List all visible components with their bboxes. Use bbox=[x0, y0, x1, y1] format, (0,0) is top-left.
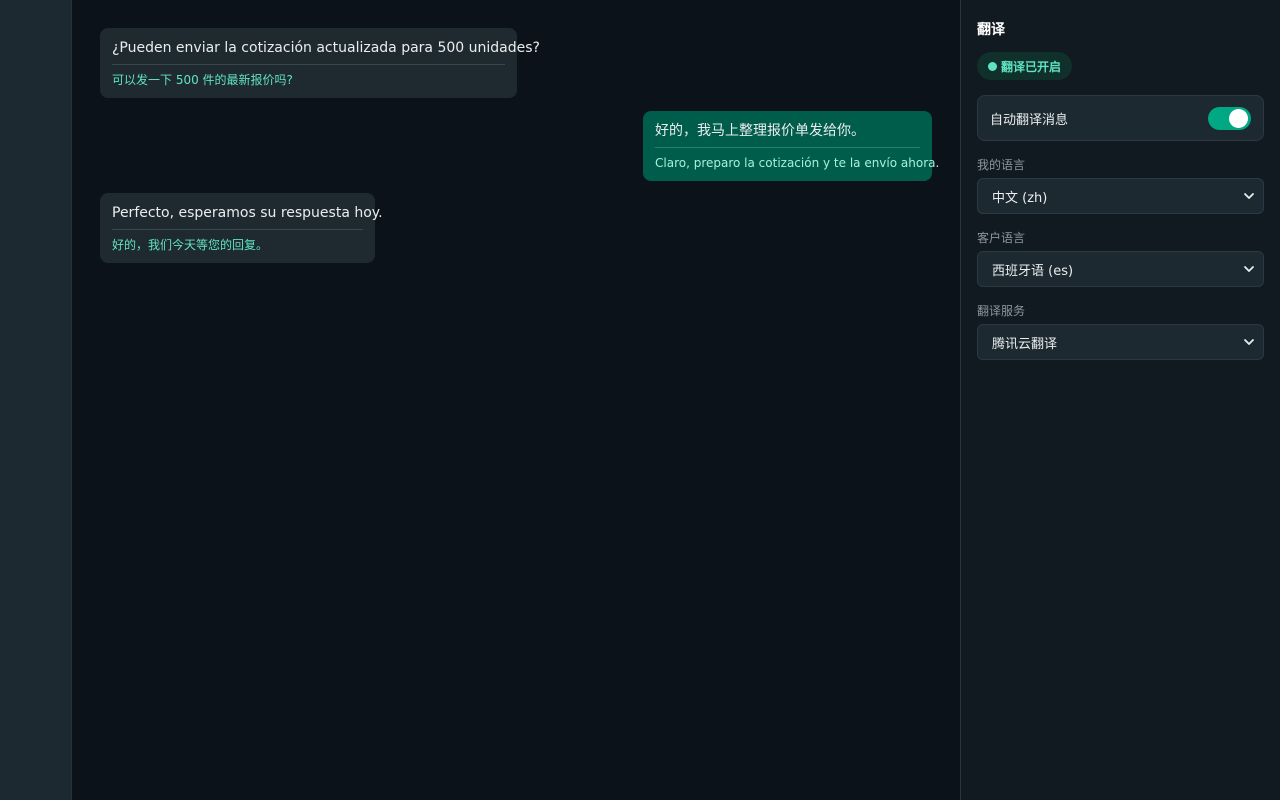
message-bubble-incoming[interactable]: ¿Pueden enviar la cotización actualizada… bbox=[100, 28, 540, 98]
my-language-value: 中文 (zh) bbox=[992, 190, 1048, 206]
auto-translate-toggle[interactable] bbox=[1208, 106, 1251, 130]
message-bubble-incoming[interactable]: Perfecto, esperamos su respuesta hoy. 好的… bbox=[100, 193, 383, 263]
status-dot-icon bbox=[988, 61, 997, 71]
message-original-text: 好的，我马上整理报价单发给你。 bbox=[655, 123, 865, 139]
my-language-select[interactable]: 中文 (zh) bbox=[977, 178, 1264, 214]
translation-service-label: 翻译服务 bbox=[977, 304, 1026, 318]
chevron-down-icon bbox=[1244, 339, 1254, 345]
chevron-down-icon bbox=[1244, 266, 1254, 272]
message-translation-text: 可以发一下 500 件的最新报价吗? bbox=[112, 73, 293, 87]
message-divider bbox=[112, 64, 505, 65]
panel-title: 翻译 bbox=[977, 22, 1005, 38]
my-language-label: 我的语言 bbox=[977, 158, 1026, 172]
message-divider bbox=[655, 147, 920, 148]
translation-service-value: 腾讯云翻译 bbox=[992, 336, 1058, 352]
customer-language-select[interactable]: 西班牙语 (es) bbox=[977, 251, 1264, 287]
left-navigation-rail bbox=[0, 0, 72, 800]
translation-service-select[interactable]: 腾讯云翻译 bbox=[977, 324, 1264, 360]
translation-status-badge: 翻译已开启 bbox=[977, 52, 1073, 80]
message-original-text: ¿Pueden enviar la cotización actualizada… bbox=[112, 40, 540, 56]
message-translation-text: Claro, preparo la cotización y te la env… bbox=[655, 156, 940, 170]
chat-message-list: ¿Pueden enviar la cotización actualizada… bbox=[72, 0, 960, 800]
auto-translate-row: 自动翻译消息 bbox=[977, 95, 1264, 141]
auto-translate-label: 自动翻译消息 bbox=[990, 112, 1069, 128]
message-divider bbox=[112, 229, 363, 230]
translation-settings-panel: 翻译 翻译已开启 自动翻译消息 我的语言 中文 (zh) 客户语言 西班牙语 (… bbox=[960, 0, 1280, 800]
message-bubble-outgoing[interactable]: 好的，我马上整理报价单发给你。 Claro, preparo la cotiza… bbox=[643, 111, 940, 181]
customer-language-label: 客户语言 bbox=[977, 231, 1026, 245]
message-original-text: Perfecto, esperamos su respuesta hoy. bbox=[112, 205, 383, 221]
app-window: ¿Pueden enviar la cotización actualizada… bbox=[0, 0, 1280, 800]
toggle-knob bbox=[1229, 108, 1248, 128]
message-translation-text: 好的，我们今天等您的回复。 bbox=[112, 238, 269, 252]
chevron-down-icon bbox=[1244, 193, 1254, 199]
translation-status-text: 翻译已开启 bbox=[1001, 59, 1062, 74]
customer-language-value: 西班牙语 (es) bbox=[992, 263, 1074, 279]
